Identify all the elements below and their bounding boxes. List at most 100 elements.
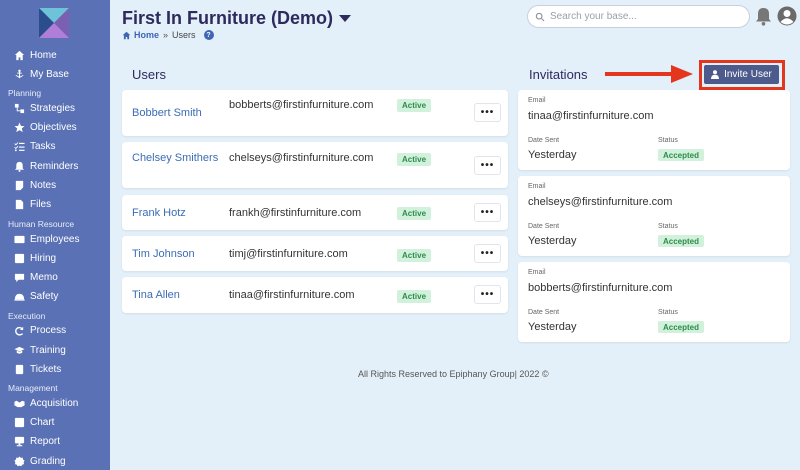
more-options-button[interactable]: •••	[474, 244, 501, 263]
footer-copyright: All Rights Reserved to Epiphany Group| 2…	[358, 369, 549, 379]
sidebar-item-label: Safety	[30, 291, 59, 302]
sidebar-item-label: Grading	[30, 456, 66, 467]
graduation-cap-icon	[13, 345, 25, 357]
invitation-card: Email bobberts@firstinfurniture.com Date…	[518, 262, 790, 342]
sidebar-item-label: Memo	[30, 272, 58, 283]
sidebar-item-label: Home	[30, 50, 57, 61]
invitation-email: tinaa@firstinfurniture.com	[528, 110, 654, 122]
sidebar-item-files[interactable]: Files	[0, 195, 110, 214]
breadcrumb-home-link[interactable]: Home	[122, 30, 159, 40]
status-label: Status	[658, 309, 678, 316]
user-name-link[interactable]: Bobbert Smith	[132, 105, 222, 121]
home-icon	[122, 31, 131, 39]
sidebar-item-grading[interactable]: Grading	[0, 452, 110, 470]
sidebar-item-training[interactable]: Training	[0, 341, 110, 360]
date-sent-label: Date Sent	[528, 309, 560, 316]
sidebar-item-notes[interactable]: Notes	[0, 176, 110, 195]
sidebar-item-label: Hiring	[30, 253, 57, 264]
help-icon[interactable]: ?	[203, 30, 214, 40]
more-options-button[interactable]: •••	[474, 103, 501, 122]
sidebar-item-memo[interactable]: Memo	[0, 268, 110, 287]
user-row: Bobbert Smith bobberts@firstinfurniture.…	[122, 90, 508, 136]
section-label-planning: Planning	[8, 88, 42, 98]
sidebar-item-tickets[interactable]: Tickets	[0, 360, 110, 379]
breadcrumb: Home » Users ?	[122, 30, 214, 40]
sidebar-item-chart[interactable]: Chart	[0, 413, 110, 432]
sidebar-item-safety[interactable]: Safety	[0, 287, 110, 306]
sidebar-item-my-base[interactable]: My Base	[0, 65, 110, 84]
sidebar-item-tasks[interactable]: Tasks	[0, 137, 110, 156]
anchor-icon	[13, 69, 25, 81]
invitation-date: Yesterday	[528, 149, 577, 161]
breadcrumb-home-label: Home	[134, 30, 160, 40]
user-name-link[interactable]: Tim Johnson	[132, 246, 222, 262]
sidebar: Home My Base Planning Strategies Objecti…	[0, 0, 110, 470]
sidebar-item-reminders[interactable]: Reminders	[0, 157, 110, 176]
user-name-link[interactable]: Tina Allen	[132, 287, 222, 303]
section-label-execution: Execution	[8, 311, 46, 321]
invitations-title: Invitations	[529, 67, 588, 82]
handshake-icon	[13, 398, 25, 410]
sidebar-item-label: Notes	[30, 180, 57, 191]
sidebar-item-label: Report	[30, 436, 61, 447]
redo-icon	[13, 325, 25, 337]
breadcrumb-current: Users	[172, 30, 196, 40]
sidebar-item-acquisition[interactable]: Acquisition	[0, 394, 110, 413]
search-input[interactable]	[550, 11, 740, 22]
invitation-date: Yesterday	[528, 235, 577, 247]
more-options-button[interactable]: •••	[474, 285, 501, 304]
status-badge: Active	[397, 249, 432, 262]
sidebar-item-report[interactable]: Report	[0, 432, 110, 451]
caret-down-icon[interactable]	[339, 15, 351, 22]
date-sent-label: Date Sent	[528, 223, 560, 230]
sidebar-item-label: Tasks	[30, 141, 56, 152]
user-name-link[interactable]: Frank Hotz	[132, 205, 222, 221]
more-options-button[interactable]: •••	[474, 203, 501, 222]
users-title: Users	[132, 67, 166, 82]
red-arrow-annotation	[605, 65, 693, 83]
app-logo	[39, 8, 69, 38]
chart-icon	[13, 417, 25, 429]
email-label: Email	[528, 183, 546, 190]
id-card-icon	[13, 234, 25, 246]
user-email: chelseys@firstinfurniture.com	[229, 152, 374, 164]
sidebar-item-label: Reminders	[30, 161, 79, 172]
sidebar-item-label: Objectives	[30, 122, 77, 133]
hiring-icon	[13, 253, 25, 265]
date-sent-label: Date Sent	[528, 137, 560, 144]
sidebar-item-home[interactable]: Home	[0, 46, 110, 65]
search-icon	[535, 12, 545, 21]
sidebar-item-label: Chart	[30, 417, 55, 428]
invitation-email: bobberts@firstinfurniture.com	[528, 282, 673, 294]
user-row: Tina Allen tinaa@firstinfurniture.com Ac…	[122, 277, 508, 313]
page-title[interactable]: First In Furniture (Demo)	[122, 8, 351, 29]
ticket-icon	[13, 364, 25, 376]
invite-user-button[interactable]: Invite User	[704, 65, 779, 84]
sidebar-item-label: Process	[30, 325, 67, 336]
status-badge: Active	[397, 153, 432, 166]
report-icon	[13, 436, 25, 448]
sidebar-item-label: Tickets	[30, 364, 62, 375]
user-icon	[711, 70, 720, 79]
sidebar-item-label: Strategies	[30, 103, 76, 114]
status-badge: Active	[397, 99, 432, 112]
company-name: First In Furniture (Demo)	[122, 8, 333, 28]
notification-bell-icon[interactable]	[755, 7, 772, 26]
sidebar-item-employees[interactable]: Employees	[0, 230, 110, 249]
user-name-link[interactable]: Chelsey Smithers	[132, 150, 222, 166]
user-row: Tim Johnson timj@firstinfurniture.com Ac…	[122, 236, 508, 271]
invitation-date: Yesterday	[528, 321, 577, 333]
section-label-human-resource: Human Resource	[8, 219, 75, 229]
bell-icon	[13, 161, 25, 173]
sidebar-item-label: Acquisition	[30, 398, 79, 409]
sidebar-item-hiring[interactable]: Hiring	[0, 249, 110, 268]
sidebar-item-process[interactable]: Process	[0, 321, 110, 340]
sidebar-item-objectives[interactable]: Objectives	[0, 118, 110, 137]
status-badge: Active	[397, 290, 432, 303]
user-avatar-icon[interactable]	[777, 6, 797, 26]
accepted-badge: Accepted	[658, 149, 705, 161]
sidebar-item-label: Files	[30, 199, 52, 210]
more-options-button[interactable]: •••	[474, 156, 501, 175]
sidebar-item-strategies[interactable]: Strategies	[0, 99, 110, 118]
search-bar[interactable]	[527, 5, 750, 28]
